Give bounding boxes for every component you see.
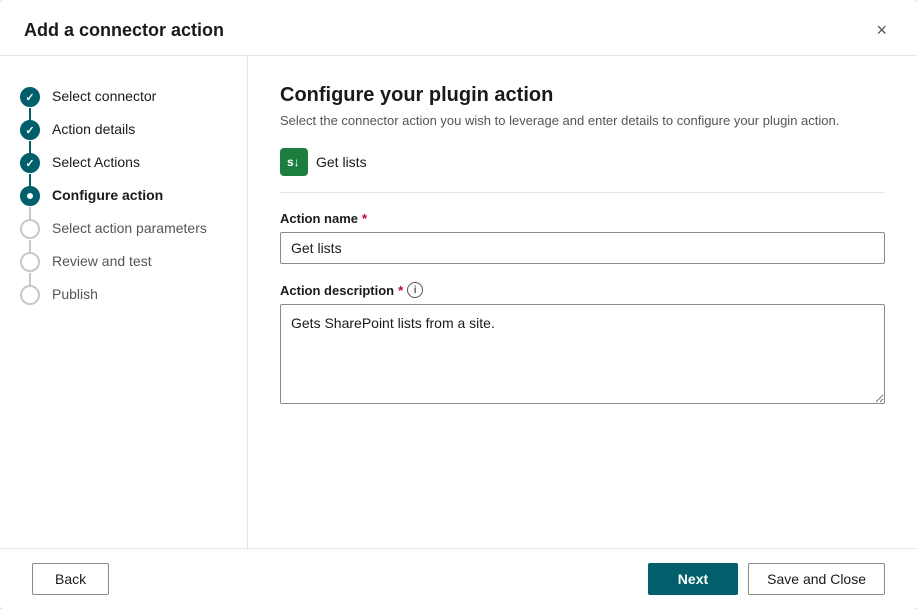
action-chip: s↓ Get lists [280,148,885,193]
sharepoint-icon: s↓ [280,148,308,176]
action-name-input[interactable] [280,232,885,264]
step-circle-select-connector: ✓ [20,87,40,107]
svg-text:s↓: s↓ [287,155,300,169]
action-description-textarea[interactable] [280,304,885,404]
action-description-group: Action description * i [280,282,885,409]
step-label-select-connector: Select connector [52,86,156,107]
step-label-action-details: Action details [52,119,135,140]
footer-right: Next Save and Close [648,563,885,595]
sidebar-item-publish[interactable]: Publish [0,278,247,311]
next-button[interactable]: Next [648,563,738,595]
action-description-label: Action description * i [280,282,885,298]
modal-title: Add a connector action [24,20,224,41]
step-circle-select-action-parameters [20,219,40,239]
close-button[interactable]: × [870,18,893,43]
step-circle-configure-action [20,186,40,206]
info-icon: i [407,282,423,298]
modal-footer: Back Next Save and Close [0,548,917,609]
modal-header: Add a connector action × [0,0,917,56]
sidebar-item-select-actions[interactable]: ✓ Select Actions [0,146,247,179]
step-circle-publish [20,285,40,305]
action-description-required: * [398,283,403,298]
step-circle-action-details: ✓ [20,120,40,140]
step-label-select-actions: Select Actions [52,152,140,173]
section-subtitle: Select the connector action you wish to … [280,113,885,128]
main-content: Configure your plugin action Select the … [248,56,917,548]
step-label-publish: Publish [52,284,98,305]
action-name-required: * [362,211,367,226]
action-name-label: Action name * [280,211,885,226]
sidebar-item-configure-action[interactable]: Configure action [0,179,247,212]
step-label-review-and-test: Review and test [52,251,152,272]
action-chip-label: Get lists [316,154,367,170]
step-label-configure-action: Configure action [52,185,163,206]
sidebar: ✓ Select connector ✓ Action details ✓ Se… [0,56,248,548]
sidebar-item-select-action-parameters[interactable]: Select action parameters [0,212,247,245]
back-button[interactable]: Back [32,563,109,595]
modal-body: ✓ Select connector ✓ Action details ✓ Se… [0,56,917,548]
step-circle-review-and-test [20,252,40,272]
sidebar-item-review-and-test[interactable]: Review and test [0,245,247,278]
sidebar-item-action-details[interactable]: ✓ Action details [0,113,247,146]
save-close-button[interactable]: Save and Close [748,563,885,595]
step-label-select-action-parameters: Select action parameters [52,218,207,239]
sidebar-item-select-connector[interactable]: ✓ Select connector [0,80,247,113]
action-name-group: Action name * [280,211,885,264]
modal: Add a connector action × ✓ Select connec… [0,0,917,609]
section-title: Configure your plugin action [280,84,885,107]
step-circle-select-actions: ✓ [20,153,40,173]
